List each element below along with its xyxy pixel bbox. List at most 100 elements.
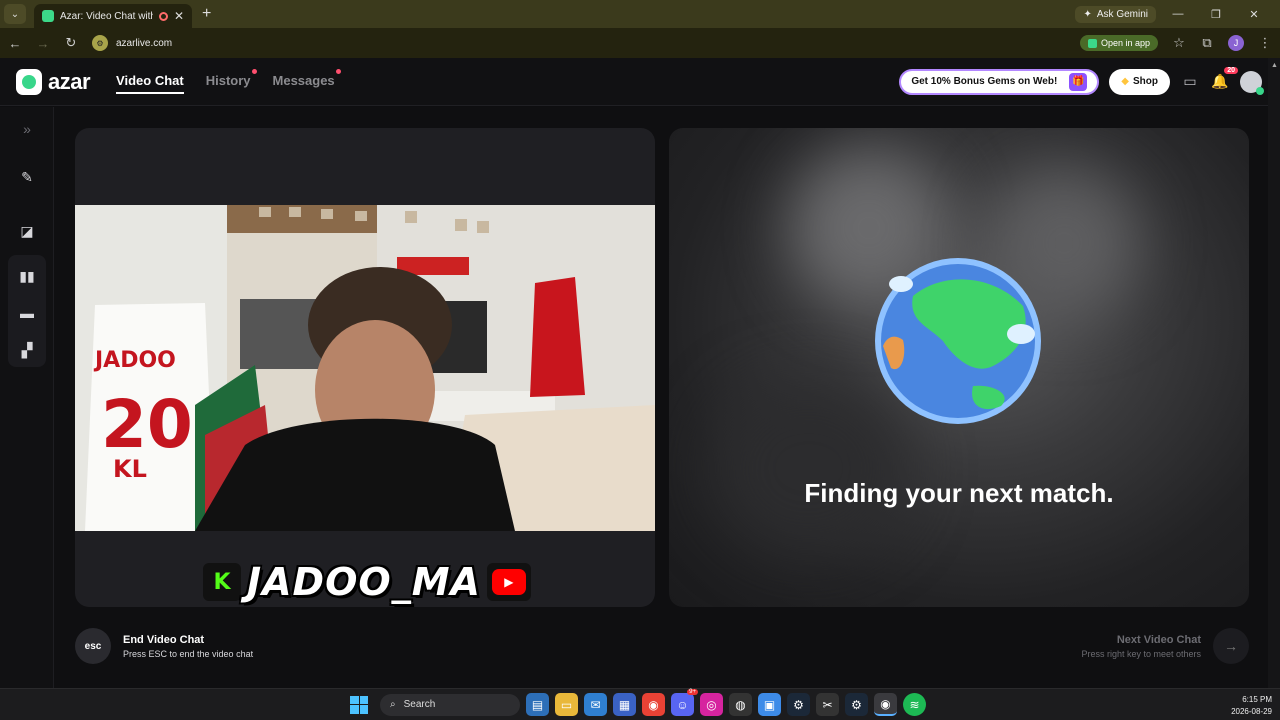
webcam-scene: JADOO 20 KL xyxy=(75,205,655,531)
gemini-icon: ✦ xyxy=(1083,8,1092,20)
video-chat-main: JADOO 20 KL K JADOO_MA ▶ Finding your ne… xyxy=(54,107,1268,688)
notification-count-badge: 20 xyxy=(1224,66,1238,74)
my-camera-panel: JADOO 20 KL K JADOO_MA ▶ xyxy=(75,128,655,607)
next-chat-hint: Press right key to meet others xyxy=(1081,648,1201,659)
gift-icon: 🎁 xyxy=(1069,72,1088,91)
restore-button[interactable]: ❐ xyxy=(1200,8,1232,21)
chrome-icon[interactable]: ◉ xyxy=(642,693,665,716)
outlook-icon[interactable]: ✉ xyxy=(584,693,607,716)
chrome-active-icon[interactable]: ◉ xyxy=(874,693,897,716)
discord-badge: 9+ xyxy=(687,689,698,695)
tab-search-button[interactable]: ⌄ xyxy=(4,4,26,24)
globe-icon xyxy=(875,258,1041,424)
main-nav: Video Chat History Messages xyxy=(116,69,341,94)
obs-icon[interactable]: ◍ xyxy=(729,693,752,716)
browser-tab[interactable]: Azar: Video Chat with New ✕ xyxy=(34,4,192,28)
azar-favicon-icon xyxy=(42,10,54,22)
layout-grid-icon[interactable]: ▞ xyxy=(13,336,41,364)
photos-icon[interactable]: ▣ xyxy=(758,693,781,716)
nav-video-chat[interactable]: Video Chat xyxy=(116,69,184,94)
windows-taskbar: ⌕ Search ▤ ▭ ✉ ▦ ◉ ☺ 9+ ◎ ◍ ▣ ⚙ ✂ ⚙ ◉ ≋ 6… xyxy=(0,688,1280,720)
history-unread-dot xyxy=(251,69,257,74)
steam-icon[interactable]: ⚙ xyxy=(787,693,810,716)
bonus-gems-button[interactable]: Get 10% Bonus Gems on Web! 🎁 xyxy=(899,68,1100,95)
spotify-icon[interactable]: ≋ xyxy=(903,693,926,716)
url-text: azarlive.com xyxy=(116,37,173,49)
streamer-name-overlay: K JADOO_MA ▶ xyxy=(203,560,531,604)
minimize-button[interactable]: — xyxy=(1162,8,1194,20)
close-tab-icon[interactable]: ✕ xyxy=(174,9,184,23)
windows-start-icon[interactable] xyxy=(350,695,368,714)
azar-logo-icon xyxy=(16,68,42,95)
shop-button[interactable]: ◆ Shop xyxy=(1109,68,1170,95)
open-in-app-label: Open in app xyxy=(1100,38,1150,48)
notification-bell-icon[interactable]: 🔔 20 xyxy=(1210,66,1238,92)
ask-gemini-button[interactable]: ✦ Ask Gemini xyxy=(1075,5,1156,23)
end-chat-hint: Press ESC to end the video chat xyxy=(123,648,254,659)
clock-time: 6:15 PM xyxy=(1242,695,1272,704)
left-sidebar: » ✎ ◪ ▮▮ ▬ ▞ xyxy=(0,107,54,688)
youtube-logo-icon: ▶ xyxy=(486,563,531,601)
close-window-button[interactable]: ✕ xyxy=(1238,8,1270,21)
ask-gemini-label: Ask Gemini xyxy=(1096,8,1148,20)
recording-icon xyxy=(158,11,168,21)
taskbar-search-label: Search xyxy=(403,699,436,710)
webcam-feed: JADOO 20 KL xyxy=(75,205,655,531)
open-in-app-button[interactable]: Open in app xyxy=(1079,35,1158,51)
filter-icon[interactable]: ◪ xyxy=(13,217,41,245)
layout-stacked-icon[interactable]: ▬ xyxy=(13,299,41,327)
logo-text: azar xyxy=(48,68,91,94)
next-video-chat-control: Next Video Chat Press right key to meet … xyxy=(1081,628,1249,664)
discord-icon[interactable]: ☺ 9+ xyxy=(671,689,698,716)
jersey-name-text: JADOO xyxy=(93,348,176,373)
kick-logo-icon: K xyxy=(203,563,241,601)
clock-date: 2026-08-29 xyxy=(1231,707,1272,716)
store-icon[interactable]: ▦ xyxy=(613,693,636,716)
extensions-icon[interactable]: ⧉ xyxy=(1200,35,1214,51)
reload-icon[interactable]: ↻ xyxy=(64,35,78,51)
taskbar-search[interactable]: ⌕ Search xyxy=(380,693,520,716)
finding-match-status: Finding your next match. xyxy=(804,478,1114,508)
end-video-chat-control: esc End Video Chat Press ESC to end the … xyxy=(75,628,253,664)
widgets-icon[interactable]: ▤ xyxy=(526,693,549,716)
esc-button[interactable]: esc xyxy=(75,628,111,664)
browser-profile-avatar[interactable]: J xyxy=(1228,35,1244,51)
steam-2-icon[interactable]: ⚙ xyxy=(845,693,868,716)
end-chat-title: End Video Chat xyxy=(123,633,205,646)
peer-video-panel: Finding your next match. xyxy=(669,128,1249,607)
instagram-icon[interactable]: ◎ xyxy=(700,693,723,716)
browser-tabbar: ⌄ Azar: Video Chat with New ✕ + ✦ Ask Ge… xyxy=(0,0,1280,28)
new-tab-button[interactable]: + xyxy=(202,5,211,23)
nav-messages[interactable]: Messages xyxy=(273,69,341,94)
expand-sidebar-icon[interactable]: » xyxy=(13,115,41,143)
streamer-name: JADOO_MA xyxy=(247,560,481,604)
page-scrollbar[interactable]: ▲ xyxy=(1268,58,1280,688)
inbox-icon[interactable]: ▭ xyxy=(1180,72,1200,92)
site-info-icon[interactable]: ⚙ xyxy=(92,35,108,51)
next-arrow-button[interactable]: → xyxy=(1213,628,1249,664)
jersey-letters-text: KL xyxy=(113,455,147,483)
search-icon: ⌕ xyxy=(390,699,396,710)
back-icon[interactable]: ← xyxy=(8,36,22,51)
file-explorer-icon[interactable]: ▭ xyxy=(555,693,578,716)
bookmark-star-icon[interactable]: ☆ xyxy=(1172,35,1186,51)
gem-icon: ◆ xyxy=(1121,76,1129,87)
shop-label: Shop xyxy=(1133,76,1158,87)
app-header: azar Video Chat History Messages Get 10%… xyxy=(0,58,1280,106)
layout-side-by-side-icon[interactable]: ▮▮ xyxy=(13,262,41,290)
next-chat-title: Next Video Chat xyxy=(1116,633,1201,646)
magic-wand-icon[interactable]: ✎ xyxy=(13,163,41,191)
bonus-gems-label: Get 10% Bonus Gems on Web! xyxy=(911,76,1058,87)
jersey-number-text: 20 xyxy=(101,386,193,463)
capcut-icon[interactable]: ✂ xyxy=(816,693,839,716)
user-avatar[interactable] xyxy=(1240,70,1264,95)
forward-icon[interactable]: → xyxy=(36,36,50,51)
azar-logo[interactable]: azar xyxy=(16,68,91,95)
tab-title: Azar: Video Chat with New xyxy=(60,10,153,22)
url-field[interactable]: ⚙ azarlive.com xyxy=(92,31,1066,55)
nav-history[interactable]: History xyxy=(206,69,257,94)
taskbar-clock[interactable]: 6:15 PM 2026-08-29 xyxy=(1231,694,1272,718)
browser-menu-icon[interactable]: ⋮ xyxy=(1258,35,1272,51)
app-icon xyxy=(1087,38,1097,48)
address-bar-row: ← → ↻ ⚙ azarlive.com Open in app ☆ ⧉ J ⋮ xyxy=(0,28,1280,58)
